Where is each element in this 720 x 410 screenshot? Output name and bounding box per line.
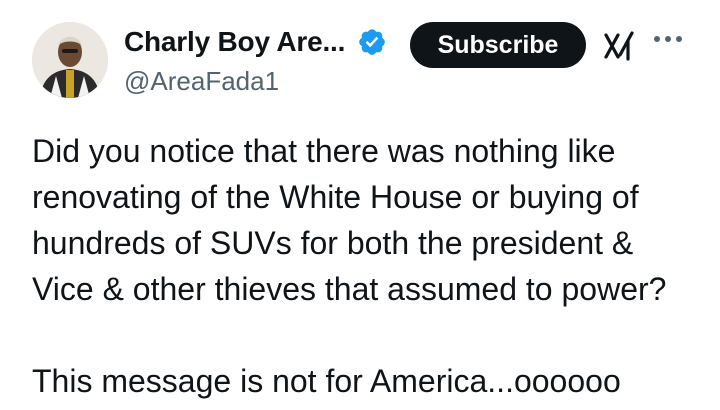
author-name-row: Charly Boy Are... <box>124 26 387 58</box>
more-dot <box>676 36 682 42</box>
tweet-body: Did you notice that there was nothing li… <box>32 128 702 404</box>
more-dot <box>665 36 671 42</box>
tweet-header: Charly Boy Are... @AreaFada1 Subscribe <box>0 0 720 110</box>
tweet-line: renovating of the White House or buying … <box>32 179 639 215</box>
more-dot <box>654 36 660 42</box>
subscribe-button[interactable]: Subscribe <box>410 22 586 68</box>
tweet-line: Vice & other thieves that assumed to pow… <box>32 271 667 307</box>
tweet-closing-line: This message is not for America...oooooo <box>32 363 621 399</box>
avatar[interactable] <box>32 22 108 98</box>
verified-badge-icon <box>357 27 387 57</box>
grok-icon[interactable] <box>602 29 636 63</box>
author-handle[interactable]: @AreaFada1 <box>124 66 279 97</box>
tweet-line: Did you notice that there was nothing li… <box>32 133 616 169</box>
avatar-image <box>32 22 108 98</box>
author-display-name[interactable]: Charly Boy Are... <box>124 26 345 58</box>
more-options-icon[interactable] <box>654 36 682 42</box>
tweet-line: hundreds of SUVs for both the president … <box>32 225 634 261</box>
